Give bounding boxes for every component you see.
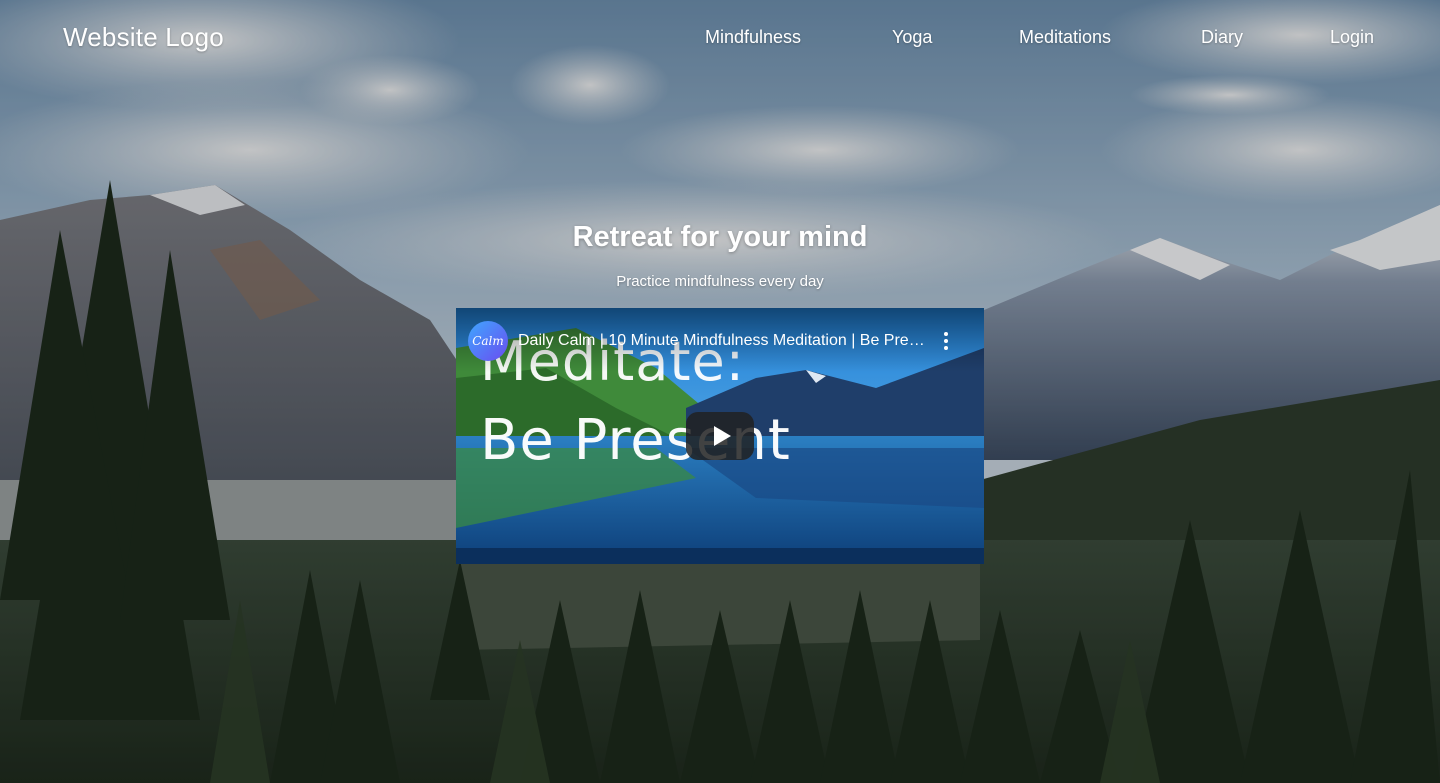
hero-subtitle: Practice mindfulness every day <box>616 273 824 290</box>
nav-link-diary[interactable]: Diary <box>1201 27 1243 48</box>
website-logo[interactable]: Website Logo <box>63 22 224 53</box>
nav-link-login[interactable]: Login <box>1330 27 1374 48</box>
more-vertical-icon[interactable] <box>940 330 952 352</box>
channel-avatar[interactable]: Calm <box>468 321 508 361</box>
hero-title: Retreat for your mind <box>572 221 868 253</box>
video-title[interactable]: Daily Calm | 10 Minute Mindfulness Medit… <box>518 332 928 350</box>
nav-link-yoga[interactable]: Yoga <box>892 27 932 48</box>
site-header: Website Logo Mindfulness Yoga Meditation… <box>0 0 1440 75</box>
play-icon <box>713 426 731 446</box>
nav-link-mindfulness[interactable]: Mindfulness <box>705 27 801 48</box>
play-button[interactable] <box>686 412 754 460</box>
video-player[interactable]: Meditate: Be Present Calm Daily Calm | 1… <box>456 308 984 564</box>
nav-link-meditations[interactable]: Meditations <box>1019 27 1111 48</box>
